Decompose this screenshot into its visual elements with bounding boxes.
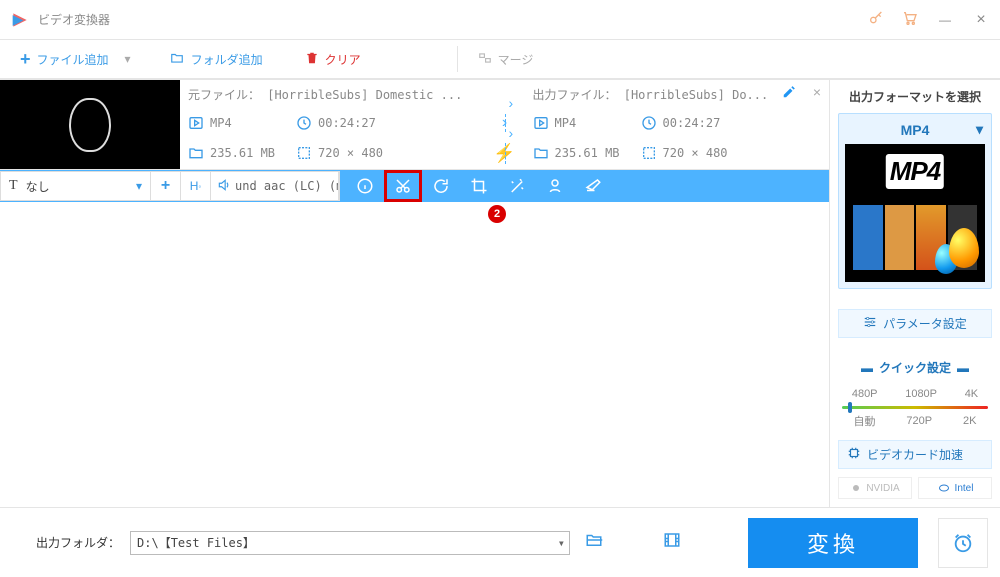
- merge-icon: [478, 51, 492, 68]
- cut-button[interactable]: [384, 170, 422, 202]
- app-title: ビデオ変換器: [38, 11, 110, 28]
- folder-icon: [169, 51, 185, 68]
- schedule-button[interactable]: [938, 518, 988, 568]
- format-badge: MP4: [886, 154, 944, 189]
- sidebar: 出力フォーマットを選択 MP4 ▾ MP4 パラメータ設定 ▬ クイック設定 ▬: [829, 80, 1000, 507]
- sliders-icon: [863, 315, 877, 332]
- file-row: × 元ファイル： [HorribleSubs] Domestic ... › 出…: [0, 80, 829, 170]
- step-badge: 2: [488, 205, 506, 223]
- dimensions-icon: [296, 145, 312, 161]
- minimize-button[interactable]: —: [936, 13, 954, 27]
- preset-auto[interactable]: 自動: [853, 413, 875, 429]
- clock-icon: [641, 115, 657, 131]
- out-dims: 720 × 480: [663, 146, 728, 160]
- chevron-down-icon: ▾: [558, 536, 565, 550]
- preset-480p[interactable]: 480P: [852, 388, 878, 400]
- convert-button[interactable]: 変換: [748, 518, 918, 568]
- dimensions-icon: [641, 145, 657, 161]
- quality-slider[interactable]: [842, 406, 988, 409]
- chevron-right-icon: ›: [509, 95, 514, 111]
- add-folder-button[interactable]: フォルダ追加: [161, 47, 271, 72]
- output-folder-label: 出力フォルダ：: [36, 534, 120, 551]
- edit-pencil-icon[interactable]: [782, 88, 796, 102]
- output-folder-select[interactable]: D:\【Test Files】 ▾: [130, 531, 570, 555]
- film-icon: [188, 115, 204, 131]
- preset-4k[interactable]: 4K: [965, 388, 978, 400]
- quick-settings-header: ▬ クイック設定 ▬: [838, 356, 992, 379]
- add-subtitle-button[interactable]: +: [151, 172, 181, 200]
- merge-button: マージ: [470, 47, 542, 72]
- close-button[interactable]: ×: [972, 11, 990, 29]
- out-duration: 00:24:27: [663, 116, 721, 130]
- text-icon: T: [9, 178, 18, 194]
- format-label: MP4: [901, 122, 930, 138]
- info-button[interactable]: [346, 170, 384, 202]
- toolbar: + ファイル追加 ▾ フォルダ追加 クリア マージ: [0, 40, 1000, 80]
- title-bar: ビデオ変換器 — ×: [0, 0, 1000, 40]
- output-format-box[interactable]: MP4 ▾ MP4: [838, 113, 992, 289]
- footer: 出力フォルダ： D:\【Test Files】 ▾ 変換: [0, 507, 1000, 577]
- subtitle-select[interactable]: T なし ▾: [1, 172, 151, 200]
- nvidia-badge: NVIDIA: [838, 477, 912, 499]
- film-folder-button[interactable]: [658, 531, 686, 554]
- effect-button[interactable]: [498, 170, 536, 202]
- clear-button[interactable]: クリア: [297, 47, 369, 72]
- add-file-button[interactable]: + ファイル追加: [12, 45, 117, 74]
- gpu-accel-button[interactable]: ビデオカード加速: [838, 440, 992, 469]
- preset-2k[interactable]: 2K: [963, 415, 976, 427]
- gpu-label: ビデオカード加速: [867, 446, 963, 463]
- plus-icon: +: [20, 49, 31, 70]
- watermark-button[interactable]: [536, 170, 574, 202]
- key-icon[interactable]: [868, 10, 884, 29]
- trash-icon: [305, 51, 319, 68]
- out-format: MP4: [555, 116, 577, 130]
- audio-select[interactable]: und aac (LC) (mp ▾: [211, 172, 339, 200]
- out-size: 235.61 MB: [555, 146, 620, 160]
- folder-icon: [533, 145, 549, 161]
- cart-icon[interactable]: [902, 10, 918, 29]
- merge-label: マージ: [498, 51, 534, 68]
- output-folder-path: D:\【Test Files】: [137, 534, 255, 551]
- preset-1080p[interactable]: 1080P: [905, 388, 937, 400]
- chevron-right-icon: ›: [509, 125, 514, 141]
- clock-icon: [296, 115, 312, 131]
- edit-toolbar: T なし ▾ + H◦ und aac (LC) (mp ▾: [0, 170, 829, 202]
- film-icon: [533, 115, 549, 131]
- h-button[interactable]: H◦: [181, 172, 211, 200]
- dash-icon: ▬: [957, 361, 969, 375]
- intel-badge: Intel: [918, 477, 992, 499]
- subtitle-edit-button[interactable]: [574, 170, 612, 202]
- add-folder-label: フォルダ追加: [191, 51, 263, 68]
- preset-720p[interactable]: 720P: [906, 415, 932, 427]
- src-dims: 720 × 480: [318, 146, 383, 160]
- app-logo-icon: [10, 10, 30, 30]
- format-thumbnail: MP4: [845, 144, 985, 282]
- clear-label: クリア: [325, 51, 361, 68]
- folder-icon: [188, 145, 204, 161]
- convert-label: 変換: [807, 527, 859, 559]
- dash-icon: ▬: [861, 361, 873, 375]
- output-file-label: 出力ファイル： [HorribleSubs] Do...: [533, 88, 769, 102]
- quick-settings-grid: 480P 1080P 4K 自動 720P 2K: [838, 385, 992, 430]
- chevron-down-icon[interactable]: ▾: [976, 121, 983, 138]
- src-format: MP4: [210, 116, 232, 130]
- speaker-icon: [217, 178, 231, 195]
- open-folder-button[interactable]: [580, 531, 608, 554]
- src-size: 235.61 MB: [210, 146, 275, 160]
- parameter-settings-button[interactable]: パラメータ設定: [838, 309, 992, 338]
- subtitle-value: なし: [26, 178, 50, 195]
- sidebar-title: 出力フォーマットを選択: [838, 88, 992, 105]
- add-file-label: ファイル追加: [37, 51, 109, 68]
- src-duration: 00:24:27: [318, 116, 376, 130]
- add-file-dropdown[interactable]: ▾: [121, 52, 135, 66]
- audio-value: und aac (LC) (mp: [235, 179, 339, 193]
- param-label: パラメータ設定: [883, 315, 967, 332]
- video-thumbnail[interactable]: [0, 80, 180, 169]
- chip-icon: [847, 446, 861, 463]
- chevron-down-icon: ▾: [136, 179, 142, 193]
- source-file-label: 元ファイル： [HorribleSubs] Domestic ...: [188, 88, 462, 102]
- crop-button[interactable]: [460, 170, 498, 202]
- quick-label: クイック設定: [879, 359, 951, 376]
- rotate-button[interactable]: [422, 170, 460, 202]
